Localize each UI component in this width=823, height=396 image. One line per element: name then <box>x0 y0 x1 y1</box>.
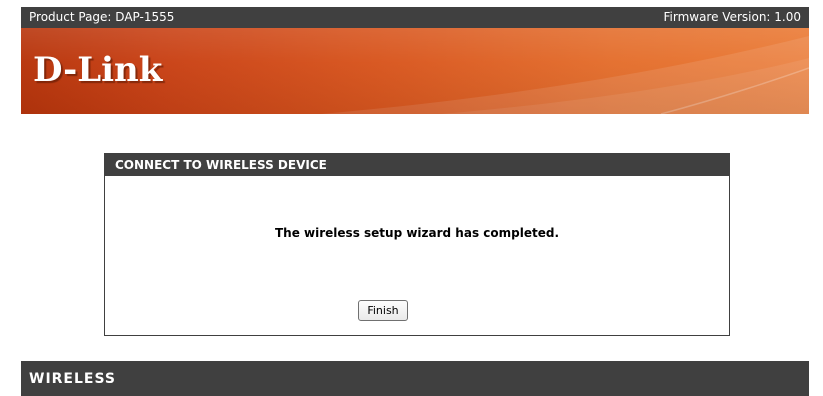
completion-message: The wireless setup wizard has completed. <box>275 226 559 240</box>
top-info-bar: Product Page: DAP-1555 Firmware Version:… <box>21 7 809 28</box>
panel-header: CONNECT TO WIRELESS DEVICE <box>105 154 729 176</box>
footer-wireless-label: WIRELESS <box>29 371 117 387</box>
dlink-logo: D-Link <box>33 50 163 90</box>
connect-wireless-panel: CONNECT TO WIRELESS DEVICE The wireless … <box>104 153 730 336</box>
brand-banner: D-Link <box>21 28 809 114</box>
firmware-version-label: Firmware Version: 1.00 <box>663 10 801 24</box>
footer-bar: WIRELESS <box>21 361 809 396</box>
product-page-label: Product Page: DAP-1555 <box>29 10 175 24</box>
finish-button[interactable]: Finish <box>358 300 408 321</box>
panel-title: CONNECT TO WIRELESS DEVICE <box>115 158 327 172</box>
